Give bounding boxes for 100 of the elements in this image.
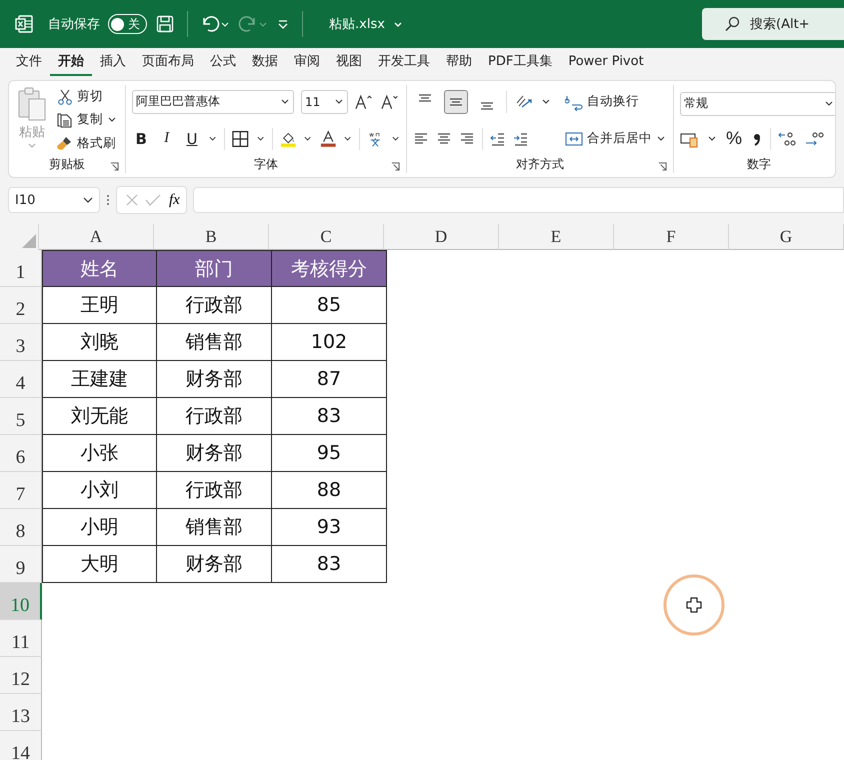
menu-tab[interactable]: 视图: [328, 48, 370, 76]
cut-button[interactable]: 剪切: [55, 87, 119, 106]
autosave-toggle[interactable]: 关: [108, 14, 147, 34]
row-header[interactable]: 14: [0, 731, 42, 760]
dialog-launcher-icon[interactable]: [658, 162, 667, 171]
row-header[interactable]: 13: [0, 694, 42, 731]
bold-button[interactable]: B: [132, 130, 150, 148]
scissors-icon: [57, 88, 73, 105]
table-cell: 财务部: [157, 361, 272, 398]
caret-icon: [824, 100, 834, 106]
align-center-icon[interactable]: [436, 130, 452, 146]
search-field[interactable]: 搜索(Alt+: [750, 16, 830, 32]
underline-button[interactable]: U: [182, 130, 202, 148]
more-icon[interactable]: [106, 193, 110, 207]
row-header[interactable]: 9: [0, 546, 42, 583]
italic-button[interactable]: I: [157, 130, 176, 147]
menu-tab[interactable]: 数据: [244, 48, 286, 76]
check-icon[interactable]: [145, 193, 161, 207]
caret-icon[interactable]: [541, 98, 551, 104]
decrease-font-icon[interactable]: [380, 92, 400, 110]
caret-icon[interactable]: [303, 136, 313, 142]
search-bar[interactable]: 搜索(Alt+: [702, 8, 844, 40]
save-icon[interactable]: [155, 14, 175, 34]
caret-icon: [334, 98, 344, 104]
caret-icon: [83, 197, 93, 203]
format-painter-button[interactable]: 格式刷: [55, 134, 119, 153]
caret-icon[interactable]: [343, 136, 352, 142]
decrease-indent-icon[interactable]: [490, 130, 506, 146]
table-cell: 财务部: [157, 435, 272, 472]
table-cell: 102: [272, 324, 387, 361]
table-cell: 小明: [42, 509, 157, 546]
menu-tab[interactable]: Power Pivot: [560, 50, 652, 74]
table-cell: 刘晓: [42, 324, 157, 361]
table-cell: 93: [272, 509, 387, 546]
insert-function-button[interactable]: fx: [167, 192, 182, 208]
menu-tab[interactable]: 开始: [50, 48, 92, 76]
table-cell: 87: [272, 361, 387, 398]
row-header[interactable]: 12: [0, 657, 42, 694]
copy-button[interactable]: 复制: [55, 110, 119, 130]
dialog-launcher-icon[interactable]: [110, 162, 119, 171]
increase-indent-icon[interactable]: [513, 130, 529, 146]
caret-icon[interactable]: [390, 136, 400, 142]
menu-tab[interactable]: 页面布局: [134, 48, 202, 76]
row-header[interactable]: 1: [0, 250, 42, 287]
caret-icon[interactable]: [208, 136, 218, 142]
menu-tab[interactable]: 审阅: [286, 48, 328, 76]
decrease-decimal-icon[interactable]: [805, 130, 825, 148]
table-cell: 85: [272, 287, 387, 324]
redo-icon: [238, 14, 268, 34]
row-header[interactable]: 6: [0, 435, 42, 472]
increase-font-icon[interactable]: [354, 92, 374, 110]
group-label: 对齐方式: [516, 156, 564, 172]
wrap-text-button[interactable]: 自动换行: [563, 92, 668, 112]
middle-align-button[interactable]: [444, 90, 468, 114]
table-cell: 销售部: [157, 509, 272, 546]
percent-button[interactable]: %: [724, 128, 744, 149]
row-header[interactable]: 5: [0, 398, 42, 435]
table-cell: 王明: [42, 287, 157, 324]
row-header[interactable]: 4: [0, 361, 42, 398]
formula-input[interactable]: [192, 187, 844, 213]
dialog-launcher-icon[interactable]: [391, 162, 400, 171]
name-box[interactable]: I10: [8, 187, 100, 213]
column-header[interactable]: D: [384, 224, 499, 250]
menu-tab[interactable]: 帮助: [438, 48, 480, 76]
header-cell: 部门: [157, 250, 272, 287]
menu-tab[interactable]: PDF工具集: [480, 48, 560, 76]
column-header[interactable]: E: [499, 224, 614, 250]
file-name[interactable]: 粘贴.xlsx: [329, 15, 385, 33]
menu-tab[interactable]: 公式: [202, 48, 244, 76]
row-header[interactable]: 7: [0, 472, 42, 509]
font-size-dropdown[interactable]: 11: [301, 90, 348, 114]
font-color-icon[interactable]: [320, 130, 336, 148]
column-header[interactable]: F: [614, 224, 729, 250]
menu-tab[interactable]: 开发工具: [370, 48, 438, 76]
align-right-icon[interactable]: [459, 130, 475, 146]
excel-logo-icon: [14, 14, 34, 34]
row-header[interactable]: 11: [0, 620, 42, 657]
menu-tab[interactable]: 插入: [92, 48, 134, 76]
table-cell: 83: [272, 546, 387, 583]
borders-icon[interactable]: [232, 130, 249, 148]
caret-icon[interactable]: [256, 136, 265, 142]
align-bottom-icon: [479, 102, 495, 110]
menu-tab[interactable]: 文件: [8, 48, 50, 76]
table-cell: 83: [272, 398, 387, 435]
cursor-highlight-icon: [662, 573, 726, 637]
merge-center-button[interactable]: 合并后居中: [563, 128, 668, 148]
table-cell: 行政部: [157, 472, 272, 509]
table-cell: 小刘: [42, 472, 157, 509]
column-header[interactable]: G: [729, 224, 844, 250]
font-name-dropdown[interactable]: 阿里巴巴普惠体: [132, 90, 294, 114]
row-header[interactable]: 8: [0, 509, 42, 546]
align-left-icon[interactable]: [413, 130, 429, 146]
table-cell: 刘无能: [42, 398, 157, 435]
table-cell: 行政部: [157, 287, 272, 324]
row-header[interactable]: 3: [0, 324, 42, 361]
row-header[interactable]: 2: [0, 287, 42, 324]
caret-icon: [656, 136, 666, 142]
increase-decimal-icon[interactable]: [778, 130, 798, 148]
number-format-dropdown[interactable]: 常规: [680, 92, 835, 116]
caret-icon[interactable]: [707, 136, 717, 142]
